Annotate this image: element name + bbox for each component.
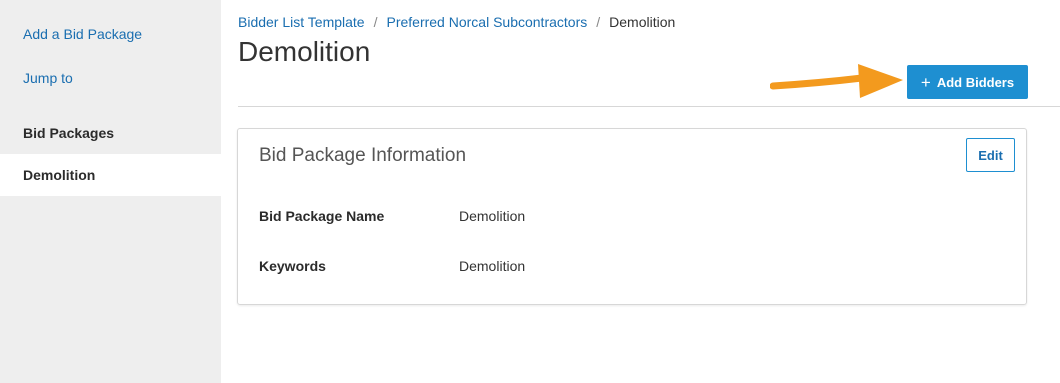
plus-icon: + <box>920 72 931 92</box>
breadcrumb-link-list[interactable]: Preferred Norcal Subcontractors <box>386 14 587 30</box>
edit-button[interactable]: Edit <box>966 138 1015 172</box>
sidebar-item-label: Demolition <box>23 167 96 183</box>
annotation-arrow-icon <box>770 64 903 98</box>
add-bidders-button[interactable]: + Add Bidders <box>907 65 1028 99</box>
sidebar-item-label: Bid Packages <box>23 125 115 141</box>
card-title: Bid Package Information <box>259 145 467 166</box>
field-label-keywords: Keywords <box>259 258 326 274</box>
field-label-bid-package-name: Bid Package Name <box>259 208 385 224</box>
jump-to-link[interactable]: Jump to <box>23 70 73 86</box>
breadcrumb: Bidder List Template / Preferred Norcal Su… <box>238 14 675 30</box>
breadcrumb-current: Demolition <box>609 14 676 30</box>
add-bidders-label: Add Bidders <box>936 74 1015 90</box>
bid-package-info-card: Bid Package Information Edit Bid Package… <box>237 128 1027 305</box>
breadcrumb-link-template[interactable]: Bidder List Template <box>238 14 365 30</box>
breadcrumb-separator: / <box>596 14 601 30</box>
sidebar-item-demolition[interactable]: Demolition <box>0 154 221 196</box>
sidebar: Add a Bid Package Jump to Bid Packages D… <box>0 0 221 383</box>
add-bid-package-link[interactable]: Add a Bid Package <box>23 26 142 42</box>
breadcrumb-separator: / <box>373 14 378 30</box>
page-title: Demolition <box>238 36 371 67</box>
header-divider <box>238 106 1060 107</box>
sidebar-item-bid-packages[interactable]: Bid Packages <box>0 112 221 154</box>
field-value-keywords: Demolition <box>459 258 526 274</box>
field-value-bid-package-name: Demolition <box>459 208 526 224</box>
